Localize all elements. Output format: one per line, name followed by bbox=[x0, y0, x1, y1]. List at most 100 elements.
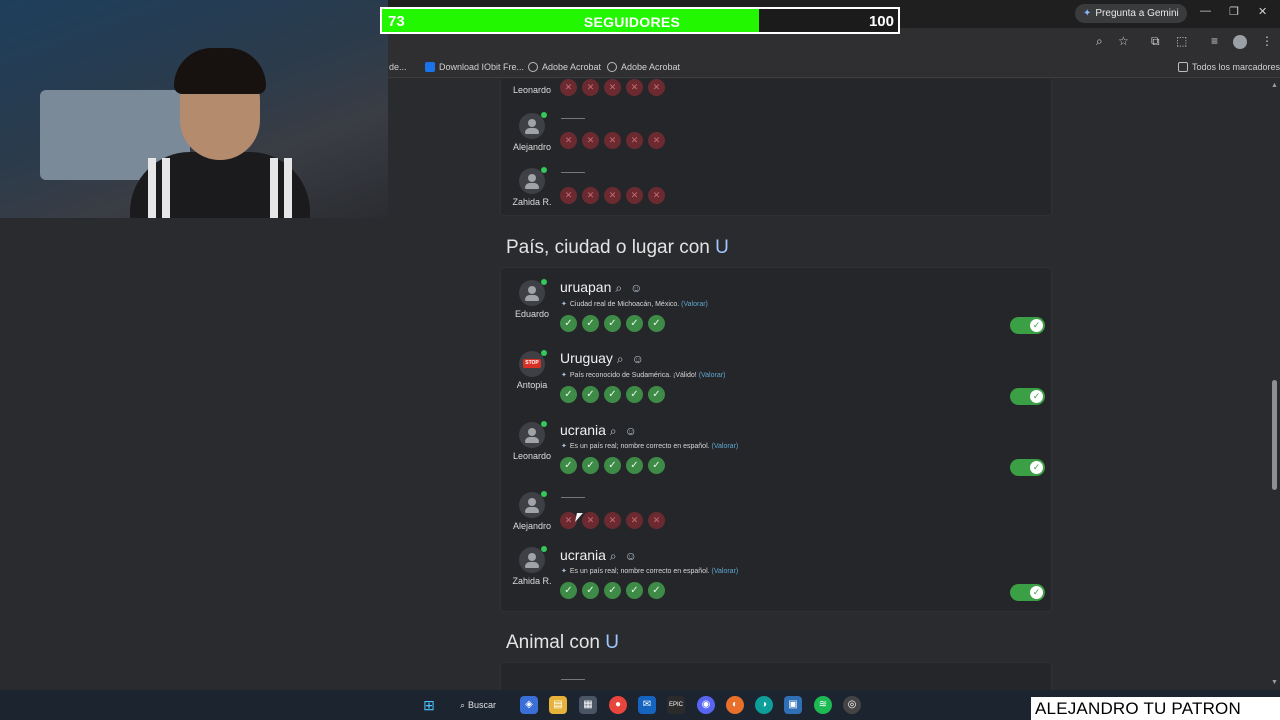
discord-icon[interactable]: ◉ bbox=[697, 696, 715, 714]
translate-icon[interactable]: ⧉ bbox=[1151, 34, 1160, 49]
category-card bbox=[500, 662, 1052, 690]
store-icon[interactable]: ▦ bbox=[579, 696, 597, 714]
valid-toggle[interactable]: ✓ bbox=[1010, 459, 1045, 476]
category-card: Eduardo uruapan ⌕ ☺ ✦ Ciudad real de Michoa… bbox=[500, 267, 1052, 612]
epic-games-icon[interactable]: EPIC bbox=[667, 696, 685, 714]
reject-icon[interactable]: ✕ bbox=[560, 187, 577, 204]
approve-icon[interactable]: ✓ bbox=[560, 582, 577, 599]
valorar-link[interactable]: (Valorar) bbox=[712, 443, 739, 450]
approve-icon[interactable]: ✓ bbox=[604, 457, 621, 474]
reject-icon[interactable]: ✕ bbox=[648, 512, 665, 529]
menu-icon[interactable]: ⋮ bbox=[1261, 34, 1273, 48]
zoom-icon[interactable]: ⌕ bbox=[1096, 34, 1103, 49]
valorar-link[interactable]: (Valorar) bbox=[699, 372, 726, 379]
extensions-icon[interactable]: ⬚ bbox=[1176, 34, 1187, 48]
approve-icon[interactable]: ✓ bbox=[604, 315, 621, 332]
reject-icon[interactable]: ✕ bbox=[626, 187, 643, 204]
approve-icon[interactable]: ✓ bbox=[604, 386, 621, 403]
reading-list-icon[interactable]: ≡ bbox=[1211, 34, 1218, 48]
reject-icon[interactable]: ✕ bbox=[626, 132, 643, 149]
gemini-button[interactable]: ✦ Pregunta a Gemini bbox=[1075, 4, 1187, 23]
bookmark-item[interactable]: de... bbox=[389, 62, 407, 72]
valid-toggle[interactable]: ✓ bbox=[1010, 317, 1045, 334]
approve-icon[interactable]: ✓ bbox=[626, 457, 643, 474]
reject-icon[interactable]: ✕ bbox=[626, 512, 643, 529]
smiley-icon[interactable]: ☺ bbox=[625, 549, 637, 563]
smiley-icon[interactable]: ☺ bbox=[630, 281, 642, 295]
firefox-icon[interactable]: ◐ bbox=[726, 696, 744, 714]
approve-icon[interactable]: ✓ bbox=[604, 582, 621, 599]
reject-icon[interactable]: ✕ bbox=[626, 79, 643, 96]
smiley-icon[interactable]: ☺ bbox=[632, 352, 644, 366]
star-icon[interactable]: ☆ bbox=[1118, 34, 1129, 48]
approve-icon[interactable]: ✓ bbox=[582, 315, 599, 332]
scroll-up-icon[interactable]: ▲ bbox=[1271, 82, 1278, 89]
mail-icon[interactable]: ✉ bbox=[638, 696, 656, 714]
category-title: Animal con U bbox=[506, 632, 620, 653]
reject-icon[interactable]: ✕ bbox=[604, 512, 621, 529]
approve-icon[interactable]: ✓ bbox=[648, 457, 665, 474]
sparkle-icon: ✦ bbox=[561, 568, 567, 575]
search-icon[interactable]: ⌕ bbox=[615, 281, 622, 295]
edge-icon[interactable]: ◑ bbox=[755, 696, 773, 714]
search-icon[interactable]: ⌕ bbox=[610, 549, 617, 563]
ai-note: ✦ Ciudad real de Michoacán, México. (Valo… bbox=[561, 301, 708, 308]
vote-row: ✕ ✕ ✕ ✕ ✕ bbox=[560, 187, 670, 205]
taskbar-search[interactable]: ⌕ Buscar bbox=[451, 696, 511, 714]
valid-toggle[interactable]: ✓ bbox=[1010, 584, 1045, 601]
approve-icon[interactable]: ✓ bbox=[582, 457, 599, 474]
reject-icon[interactable]: ✕ bbox=[582, 512, 599, 529]
approve-icon[interactable]: ✓ bbox=[560, 386, 577, 403]
approve-icon[interactable]: ✓ bbox=[560, 457, 577, 474]
previous-category-card: Leonardo ✕ ✕ ✕ ✕ ✕ Alejandro ✕ ✕ ✕ ✕ ✕ Zahida R.… bbox=[500, 79, 1052, 216]
approve-icon[interactable]: ✓ bbox=[582, 582, 599, 599]
reject-icon[interactable]: ✕ bbox=[648, 187, 665, 204]
reject-icon[interactable]: ✕ bbox=[648, 79, 665, 96]
ai-note: ✦ Es un país real; nombre correcto en esp… bbox=[561, 568, 739, 575]
reject-icon[interactable]: ✕ bbox=[582, 79, 599, 96]
bookmark-item[interactable]: Download IObit Fre... bbox=[425, 62, 524, 72]
scroll-down-icon[interactable]: ▼ bbox=[1271, 679, 1278, 686]
valorar-link[interactable]: (Valorar) bbox=[681, 301, 708, 308]
category-title: País, ciudad o lugar con U bbox=[506, 237, 729, 258]
vote-row: ✓ ✓ ✓ ✓ ✓ bbox=[560, 457, 670, 475]
search-icon[interactable]: ⌕ bbox=[610, 424, 617, 438]
stop-sign-icon: STOP bbox=[523, 359, 541, 368]
reject-icon[interactable]: ✕ bbox=[560, 79, 577, 96]
approve-icon[interactable]: ✓ bbox=[560, 315, 577, 332]
bookmark-item[interactable]: Adobe Acrobat bbox=[607, 62, 680, 72]
approve-icon[interactable]: ✓ bbox=[648, 315, 665, 332]
restore-icon[interactable]: ❐ bbox=[1229, 5, 1239, 18]
reject-icon[interactable]: ✕ bbox=[604, 187, 621, 204]
all-bookmarks[interactable]: Todos los marcadores bbox=[1178, 62, 1280, 72]
bookmark-item[interactable]: Adobe Acrobat bbox=[528, 62, 601, 72]
approve-icon[interactable]: ✓ bbox=[626, 386, 643, 403]
reject-icon[interactable]: ✕ bbox=[604, 132, 621, 149]
screen: ✦ Pregunta a Gemini — ❐ ✕ ⌕ ☆ ⧉ ⬚ ≡ ⋮ de.… bbox=[0, 0, 1280, 720]
valorar-link[interactable]: (Valorar) bbox=[712, 568, 739, 575]
valid-toggle[interactable]: ✓ bbox=[1010, 388, 1045, 405]
app-icon[interactable]: ▣ bbox=[784, 696, 802, 714]
smiley-icon[interactable]: ☺ bbox=[625, 424, 637, 438]
copilot-icon[interactable]: ◈ bbox=[520, 696, 538, 714]
obs-icon[interactable]: ◎ bbox=[843, 696, 861, 714]
approve-icon[interactable]: ✓ bbox=[648, 582, 665, 599]
profile-avatar[interactable] bbox=[1233, 35, 1247, 49]
reject-icon[interactable]: ✕ bbox=[560, 132, 577, 149]
approve-icon[interactable]: ✓ bbox=[626, 582, 643, 599]
search-icon[interactable]: ⌕ bbox=[617, 352, 624, 366]
reject-icon[interactable]: ✕ bbox=[648, 132, 665, 149]
reject-icon[interactable]: ✕ bbox=[582, 132, 599, 149]
reject-icon[interactable]: ✕ bbox=[582, 187, 599, 204]
scrollbar-thumb[interactable] bbox=[1272, 380, 1277, 490]
reject-icon[interactable]: ✕ bbox=[604, 79, 621, 96]
minimize-icon[interactable]: — bbox=[1200, 5, 1211, 17]
windows-start-icon[interactable]: ⊞ bbox=[420, 696, 438, 714]
chrome-icon[interactable]: ● bbox=[609, 696, 627, 714]
close-icon[interactable]: ✕ bbox=[1258, 5, 1267, 18]
file-explorer-icon[interactable]: ▤ bbox=[549, 696, 567, 714]
approve-icon[interactable]: ✓ bbox=[626, 315, 643, 332]
spotify-icon[interactable]: ≋ bbox=[814, 696, 832, 714]
approve-icon[interactable]: ✓ bbox=[582, 386, 599, 403]
approve-icon[interactable]: ✓ bbox=[648, 386, 665, 403]
